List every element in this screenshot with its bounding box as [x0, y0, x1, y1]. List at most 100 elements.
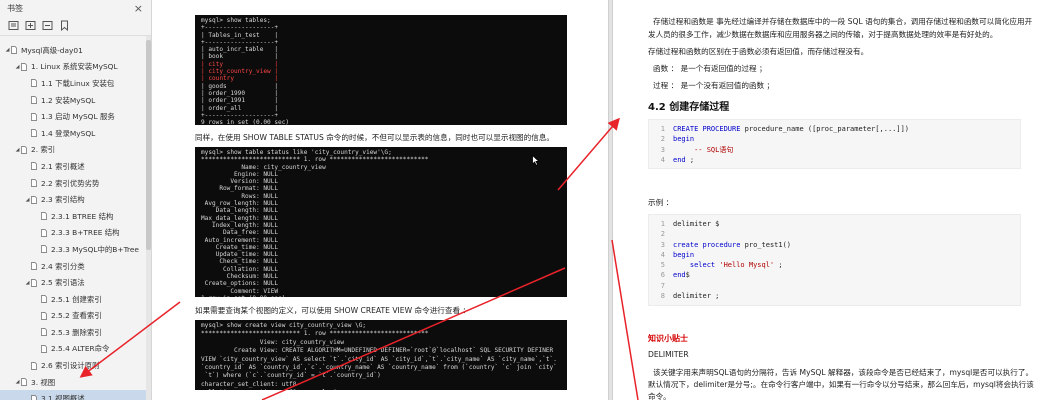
terminal-line: Data_length: NULL	[201, 207, 279, 215]
expand-toggle-icon[interactable]: ◢	[24, 197, 31, 203]
tree-item[interactable]: ◢ Mysql高级-day01	[0, 42, 151, 59]
tree-item[interactable]: 2.5.2 查看索引	[0, 308, 151, 325]
tree-item-label: 1. Linux 系统安装MySQL	[31, 62, 118, 72]
example-label: 示例 ：	[648, 198, 674, 207]
intro-line-2: 发人员的很多工作，减少数据在数据库和应用服务器之间的传输，对于提高数据处理的效率…	[648, 30, 998, 39]
expand-toggle-icon[interactable]: ◢	[4, 47, 11, 53]
tree-item[interactable]: ◢ 2. 索引	[0, 142, 151, 159]
terminal-line: Checksum: NULL	[201, 273, 279, 281]
tree-item[interactable]: 1.4 登录MySQL	[0, 125, 151, 142]
terminal-line: | city_country_view |	[201, 68, 279, 76]
function-definition: 函数 ： 是一个有返回值的过程 ；	[653, 64, 767, 73]
expand-toggle-icon[interactable]: ◢	[14, 379, 21, 385]
paragraph-show-create-view: 如果需要查询某个视图的定义，可以使用 SHOW CREATE VIEW 命令进行…	[195, 306, 471, 315]
bookmark-page-icon	[31, 179, 37, 187]
tree-item[interactable]: 1.2 安装MySQL	[0, 92, 151, 109]
tree-item[interactable]: 2.3.3 B+TREE 结构	[0, 225, 151, 242]
expand-toggle-icon[interactable]: ◢	[14, 64, 21, 70]
tree-item[interactable]: ◢ 1. Linux 系统安装MySQL	[0, 59, 151, 76]
terminal-line: Collation: NULL	[201, 265, 279, 273]
difference-text: 存储过程和函数的区别在于函数必须有返回值，而存储过程没有。	[648, 47, 869, 56]
bookmark-page-icon	[41, 245, 47, 254]
terminal-line: | auto_incr_table |	[201, 46, 279, 54]
line-number: 1	[660, 220, 665, 228]
tree-item-label: 2.5.3 删除索引	[51, 327, 102, 337]
terminal-line: | order_1991 |	[201, 97, 279, 105]
tree-item[interactable]: 1.1 下载Linux 安装包	[0, 75, 151, 92]
code-token: ;	[685, 155, 695, 164]
tree-item[interactable]: 2.3.3 MySQL中的B+Tree	[0, 241, 151, 258]
code-token: pro_test1()	[744, 240, 792, 249]
tree-item-label: 2.5 索引语法	[41, 278, 85, 288]
sidebar-toolbar	[0, 16, 151, 36]
tree-item-label: 2.3 索引结构	[41, 195, 85, 205]
code-line: 5 select 'Hello Mysql' ;	[649, 260, 1020, 270]
code-line: 2	[649, 229, 1020, 239]
line-number: 2	[660, 230, 665, 239]
intro-line-1: 存储过程和函数是 事先经过编译并存储在数据库中的一段 SQL 语句的集合，调用存…	[653, 17, 1033, 26]
code-block-example: 1 delimiter $ 2 3 create procedure pro_test1…	[648, 214, 1021, 306]
tip-text-line-1: 该关键字用来声明SQL语句的分隔符，告诉 MySQL 解释器，该段命令是否已经结…	[653, 368, 1034, 377]
line-number: 1	[660, 125, 665, 133]
tree-item[interactable]: 2.3.1 BTREE 结构	[0, 208, 151, 225]
bookmark-page-icon	[41, 228, 47, 237]
tree-item-label: 2.4 索引分类	[41, 261, 85, 271]
code-token: CREATE PROCEDURE	[673, 125, 745, 133]
expand-toggle-icon[interactable]: ◢	[14, 147, 21, 153]
code-token: end	[673, 155, 686, 164]
code-token: procedure_name ([proc_parameter[,...]])	[744, 125, 910, 133]
add-bookmark-icon[interactable]	[59, 20, 70, 31]
collapse-bookmark-icon[interactable]	[42, 20, 53, 31]
tree-item[interactable]: 2.5.3 删除索引	[0, 324, 151, 341]
bookmark-page-icon	[21, 378, 27, 387]
close-icon[interactable]: ×	[134, 3, 143, 14]
tree-item[interactable]: 2.5.4 ALTER命令	[0, 341, 151, 358]
tree-item-label: 2.3.3 B+TREE 结构	[51, 228, 120, 238]
code-line: 2 begin	[649, 134, 1020, 144]
expand-bookmark-icon[interactable]	[25, 20, 36, 31]
terminal-line: +-------------------+	[201, 38, 279, 46]
terminal-line: Version: NULL	[201, 178, 279, 186]
terminal-line: Create_options: NULL	[201, 280, 279, 288]
tree-item[interactable]: ◢ 3. 视图	[0, 374, 151, 391]
tree-item[interactable]: 3.1 视图概述	[0, 390, 151, 400]
terminal-line: | goods |	[201, 82, 279, 90]
expand-toggle-icon[interactable]: ◢	[24, 280, 31, 286]
bookmark-list-icon[interactable]	[8, 20, 19, 31]
terminal-line: VIEW `city_country_view` AS select `t`.`…	[201, 355, 557, 363]
bookmark-page-icon	[41, 345, 47, 353]
section-heading: 4.2 创建存储过程	[648, 102, 730, 113]
bookmark-page-icon	[31, 129, 37, 138]
tree-item-label: 2.5.4 ALTER命令	[51, 344, 110, 354]
tree-item-label: 1.1 下载Linux 安装包	[41, 78, 115, 88]
bookmark-page-icon	[41, 212, 47, 221]
tree-item[interactable]: ◢ 2.5 索引语法	[0, 274, 151, 291]
tree-item[interactable]: 2.1 索引概述	[0, 158, 151, 175]
terminal-line: Comment: VIEW	[201, 287, 279, 295]
terminal-line: Row_format: NULL	[201, 185, 279, 193]
bookmark-page-icon	[31, 162, 37, 171]
sidebar-scrollbar-thumb[interactable]	[146, 40, 151, 250]
tree-item[interactable]: 2.5.1 创建索引	[0, 291, 151, 308]
terminal-line: *************************** 1. row *****…	[201, 156, 429, 164]
code-line: 1 CREATE PROCEDURE procedure_name ([proc_…	[649, 124, 1020, 134]
line-number: 7	[660, 281, 665, 290]
code-block-create-procedure: 1 CREATE PROCEDURE procedure_name ([proc_…	[648, 119, 1021, 169]
terminal-line: Create View: CREATE ALGORITHM=UNDEFINED …	[201, 347, 554, 355]
tree-item[interactable]: 2.4 索引分类	[0, 258, 151, 275]
tip-text-line-3: 命令。	[648, 392, 671, 400]
terminal-line: mysql> show create view city_country_vie…	[201, 322, 367, 329]
tree-item[interactable]: 1.3 启动 MySQL 服务	[0, 108, 151, 125]
terminal-line: Engine: NULL	[201, 170, 279, 178]
tree-item-label: 2. 索引	[31, 145, 56, 155]
sidebar-title: 书签	[7, 3, 23, 13]
code-line: 6 end $	[649, 270, 1020, 280]
tree-item[interactable]: ◢ 2.3 索引结构	[0, 191, 151, 208]
tree-item[interactable]: 2.6 索引设计原则	[0, 357, 151, 374]
code-token: begin	[673, 250, 695, 259]
mouse-cursor-icon	[532, 155, 540, 166]
bookmarks-sidebar: 书签 × ◢ Mysql高级-day01 ◢ 1. Linux 系统安装MySQL 1.…	[0, 0, 152, 400]
bookmark-page-icon	[31, 361, 37, 370]
sidebar-header: 书签 ×	[0, 0, 151, 16]
tree-item[interactable]: 2.2 索引优势劣势	[0, 175, 151, 192]
